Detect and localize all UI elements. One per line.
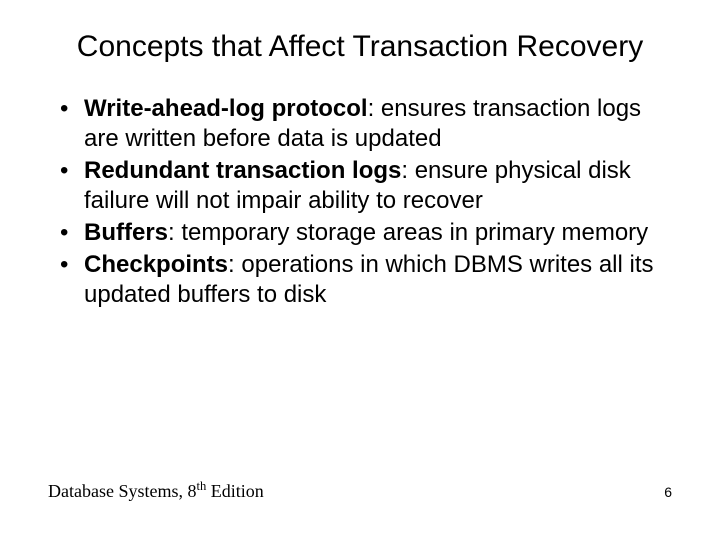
list-item: Checkpoints: operations in which DBMS wr… [56, 250, 672, 310]
bullet-desc: : temporary storage areas in primary mem… [168, 219, 648, 246]
list-item: Buffers: temporary storage areas in prim… [56, 218, 672, 248]
bullet-term: Write-ahead-log protocol [84, 95, 368, 122]
bullet-term: Checkpoints [84, 251, 228, 278]
slide-title: Concepts that Affect Transaction Recover… [48, 28, 672, 66]
footer-source: Database Systems, 8th Edition [48, 479, 264, 502]
bullet-term: Redundant transaction logs [84, 157, 401, 184]
slide-footer: Database Systems, 8th Edition 6 [48, 479, 672, 502]
footer-ordinal: th [196, 479, 206, 493]
bullet-list: Write-ahead-log protocol: ensures transa… [48, 94, 672, 310]
list-item: Redundant transaction logs: ensure physi… [56, 156, 672, 216]
footer-source-prefix: Database Systems, 8 [48, 481, 196, 501]
list-item: Write-ahead-log protocol: ensures transa… [56, 94, 672, 154]
footer-source-suffix: Edition [206, 481, 264, 501]
bullet-term: Buffers [84, 219, 168, 246]
page-number: 6 [664, 484, 672, 500]
